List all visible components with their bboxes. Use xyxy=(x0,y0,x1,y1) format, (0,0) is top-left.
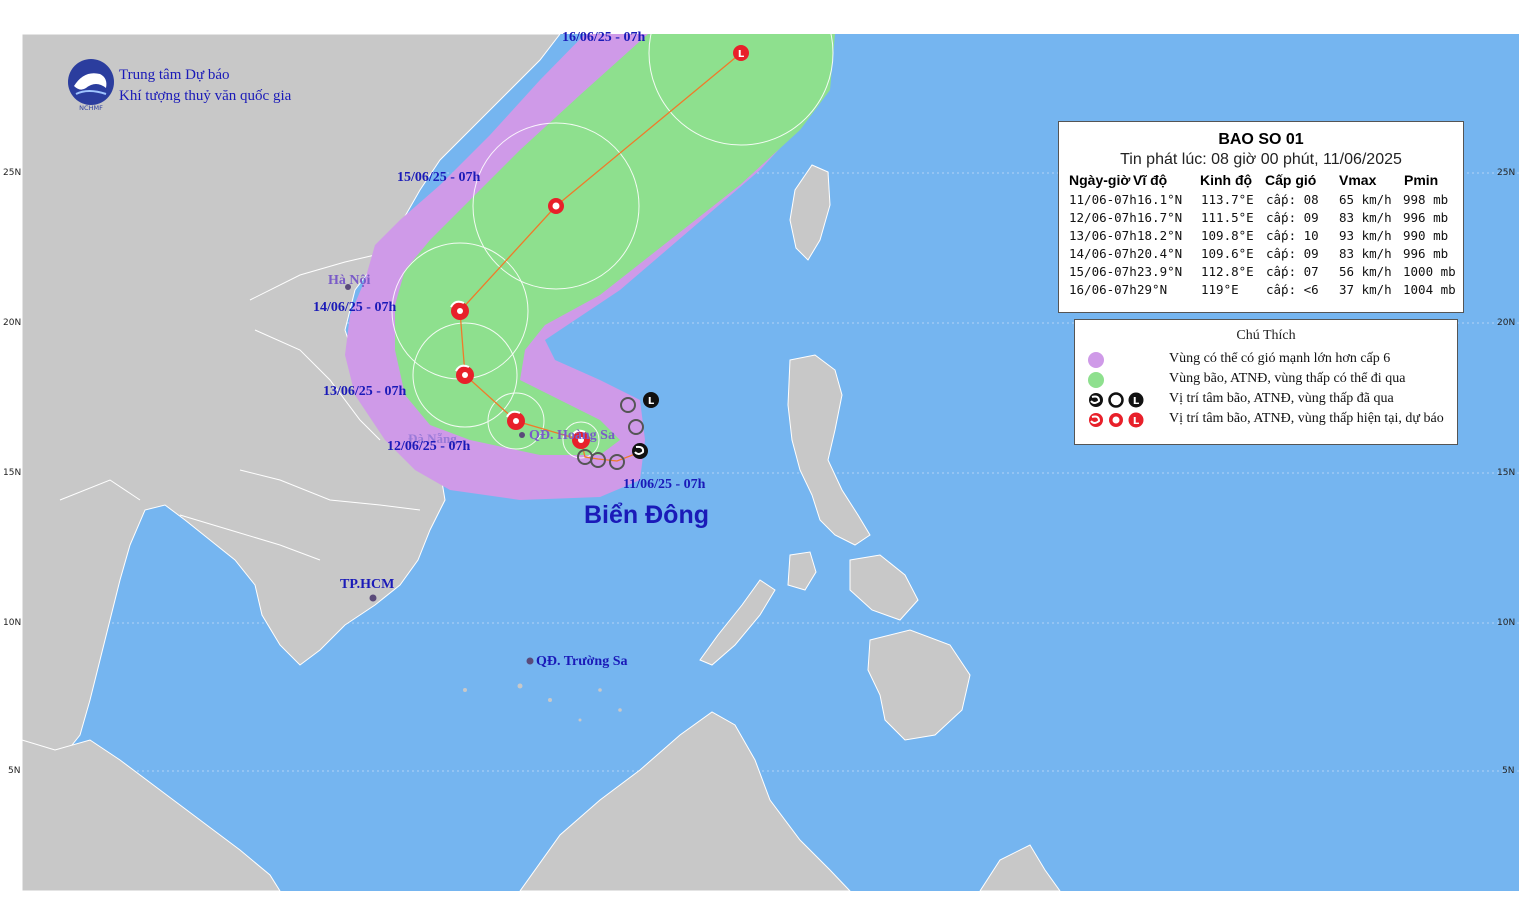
lat-tick-right-5: 5N xyxy=(1502,766,1515,776)
lat-tick-right-15: 15N xyxy=(1497,468,1516,478)
island-label-truong-sa: QĐ. Trường Sa xyxy=(536,654,628,669)
cell-lon: 109.8°E xyxy=(1201,228,1254,243)
cell-vmax: 83 km/h xyxy=(1339,246,1392,261)
cell-wind-level: cấp: <6 xyxy=(1266,282,1319,297)
legend-item-forecast-positions: L Vị trí tâm bão, ATNĐ, vùng thấp hiện t… xyxy=(1087,410,1457,430)
lat-tick-left-5: 5N xyxy=(8,766,21,776)
cell-wind-level: cấp: 07 xyxy=(1266,264,1319,279)
past-storm-symbols-icon: L xyxy=(1089,392,1144,408)
cell-lat: 23.9°N xyxy=(1137,264,1183,279)
col-header-vmax: Vmax xyxy=(1339,172,1377,188)
col-header-wind-level: Cấp gió xyxy=(1265,172,1317,188)
island-label-hoang-sa: QĐ. Hoàng Sa xyxy=(529,428,615,443)
cell-vmax: 37 km/h xyxy=(1339,282,1392,297)
svg-text:L: L xyxy=(648,396,655,407)
forecast-storm-symbols-icon: L xyxy=(1089,412,1144,428)
legend-item-wind-zone: Vùng có thể có gió mạnh lớn hơn cấp 6 xyxy=(1087,350,1457,370)
city-label-hanoi: Hà Nội xyxy=(328,273,371,288)
svg-text:L: L xyxy=(1133,396,1140,407)
cell-lon: 109.6°E xyxy=(1201,246,1254,261)
col-header-lat: Vĩ độ xyxy=(1133,172,1168,188)
table-row: 11/06-07h 16.1°N 113.7°E cấp: 08 65 km/h… xyxy=(1059,192,1463,210)
cell-datetime: 12/06-07h xyxy=(1069,210,1137,225)
organization-header: NCHMF Trung tâm Dự báo Khí tượng thuỷ vă… xyxy=(66,58,366,118)
lat-tick-right-10: 10N xyxy=(1497,618,1516,628)
track-time-14-06: 14/06/25 - 07h xyxy=(313,300,397,315)
low-symbol-16-06: L xyxy=(733,45,749,61)
green-dot-icon xyxy=(1088,372,1104,388)
org-name-line2: Khí tượng thuỷ văn quốc gia xyxy=(119,88,292,104)
cell-lon: 113.7°E xyxy=(1201,192,1254,207)
svg-text:L: L xyxy=(738,49,745,60)
legend-item-storm-zone: Vùng bão, ATNĐ, vùng thấp có thể đi qua xyxy=(1087,370,1457,390)
table-row: 12/06-07h 16.7°N 111.5°E cấp: 09 83 km/h… xyxy=(1059,210,1463,228)
org-name-line1: Trung tâm Dự báo xyxy=(119,67,230,83)
storm-info-table: BAO SO 01 Tin phát lúc: 08 giờ 00 phút, … xyxy=(1058,121,1464,313)
issued-time: Tin phát lúc: 08 giờ 00 phút, 11/06/2025 xyxy=(1120,151,1402,168)
depression-symbol-15-06 xyxy=(548,198,564,214)
legend-title: Chú Thích xyxy=(1236,328,1296,343)
table-row: 14/06-07h 20.4°N 109.6°E cấp: 09 83 km/h… xyxy=(1059,246,1463,264)
cell-datetime: 11/06-07h xyxy=(1069,192,1137,207)
legend-label: Vùng bão, ATNĐ, vùng thấp có thể đi qua xyxy=(1169,371,1406,386)
lat-tick-right-25: 25N xyxy=(1497,168,1516,178)
cell-vmax: 93 km/h xyxy=(1339,228,1392,243)
table-row: 13/06-07h 18.2°N 109.8°E cấp: 10 93 km/h… xyxy=(1059,228,1463,246)
track-time-13-06: 13/06/25 - 07h xyxy=(323,384,407,399)
lat-tick-left-25: 25N xyxy=(3,168,22,178)
table-header-row: Ngày-giờ Vĩ độ Kinh độ Cấp gió Vmax Pmin xyxy=(1059,172,1463,192)
col-header-lon: Kinh độ xyxy=(1200,172,1253,188)
cell-datetime: 14/06-07h xyxy=(1069,246,1137,261)
cell-lon: 111.5°E xyxy=(1201,210,1254,225)
cell-datetime: 13/06-07h xyxy=(1069,228,1137,243)
lat-tick-right-20: 20N xyxy=(1497,318,1516,328)
track-time-12-06: 12/06/25 - 07h xyxy=(387,439,471,454)
cell-vmax: 83 km/h xyxy=(1339,210,1392,225)
cell-wind-level: cấp: 10 xyxy=(1266,228,1319,243)
cell-pmin: 990 mb xyxy=(1403,228,1449,243)
legend-label: Vị trí tâm bão, ATNĐ, vùng thấp hiện tại… xyxy=(1169,411,1444,426)
cell-lat: 16.7°N xyxy=(1137,210,1183,225)
sea-name-label: Biển Đông xyxy=(584,501,709,529)
cell-pmin: 996 mb xyxy=(1403,210,1449,225)
legend-label: Vị trí tâm bão, ATNĐ, vùng thấp đã qua xyxy=(1169,391,1394,406)
city-label-tphcm: TP.HCM xyxy=(340,577,395,592)
nchmf-logo-icon: NCHMF xyxy=(68,59,114,112)
track-time-16-06: 16/06/25 - 07h xyxy=(562,30,646,45)
cell-lat: 18.2°N xyxy=(1137,228,1183,243)
lat-tick-left-15: 15N xyxy=(3,468,22,478)
cell-pmin: 998 mb xyxy=(1403,192,1449,207)
cell-vmax: 65 km/h xyxy=(1339,192,1392,207)
col-header-pmin: Pmin xyxy=(1404,172,1439,188)
svg-text:L: L xyxy=(1133,416,1140,427)
cell-lat: 20.4°N xyxy=(1137,246,1183,261)
cell-datetime: 15/06-07h xyxy=(1069,264,1137,279)
cell-pmin: 996 mb xyxy=(1403,246,1449,261)
cell-pmin: 1004 mb xyxy=(1403,282,1456,297)
cell-wind-level: cấp: 09 xyxy=(1266,210,1319,225)
cell-lon: 112.8°E xyxy=(1201,264,1254,279)
cell-lon: 119°E xyxy=(1201,282,1239,297)
cell-pmin: 1000 mb xyxy=(1403,264,1456,279)
cell-datetime: 16/06-07h xyxy=(1069,282,1137,297)
purple-dot-icon xyxy=(1088,352,1104,368)
table-row: 15/06-07h 23.9°N 112.8°E cấp: 07 56 km/h… xyxy=(1059,264,1463,282)
legend-label: Vùng có thể có gió mạnh lớn hơn cấp 6 xyxy=(1169,351,1391,366)
cell-lat: 16.1°N xyxy=(1137,192,1183,207)
storm-title: BAO SO 01 xyxy=(1218,131,1304,148)
cell-wind-level: cấp: 08 xyxy=(1266,192,1319,207)
svg-text:NCHMF: NCHMF xyxy=(79,104,103,112)
track-time-11-06: 11/06/25 - 07h xyxy=(623,477,706,492)
cell-vmax: 56 km/h xyxy=(1339,264,1392,279)
table-row: 16/06-07h 29°N 119°E cấp: <6 37 km/h 100… xyxy=(1059,282,1463,300)
lat-tick-left-20: 20N xyxy=(3,318,22,328)
lat-tick-left-10: 10N xyxy=(3,618,22,628)
legend-item-past-positions: L Vị trí tâm bão, ATNĐ, vùng thấp đã qua xyxy=(1087,390,1457,410)
track-time-15-06: 15/06/25 - 07h xyxy=(397,170,481,185)
cell-wind-level: cấp: 09 xyxy=(1266,246,1319,261)
map-legend: Chú Thích Vùng có thể có gió mạnh lớn hơ… xyxy=(1074,319,1458,445)
col-header-datetime: Ngày-giờ xyxy=(1069,172,1131,188)
cell-lat: 29°N xyxy=(1137,282,1168,297)
